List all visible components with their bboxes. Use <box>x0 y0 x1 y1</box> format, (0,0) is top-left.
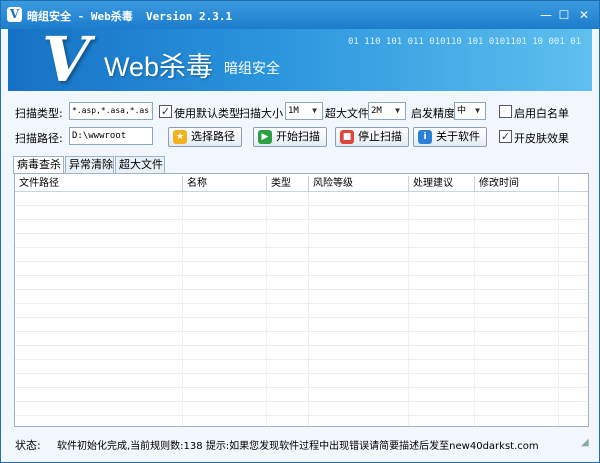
column-header-type[interactable]: 类型 <box>267 176 309 192</box>
company-name: 暗组安全 <box>224 61 280 77</box>
resize-grip-icon[interactable]: ◢ <box>581 437 593 449</box>
column-divider <box>408 192 409 426</box>
column-header-path[interactable]: 文件路径 <box>15 176 183 192</box>
choose-path-button[interactable]: ★ 选择路径 <box>168 127 242 147</box>
skin-label: 开皮肤效果 <box>514 132 569 145</box>
scan-size-value: 1M <box>288 106 299 116</box>
binary-decoration: 01 110 101 011 010110 101 0101101 10 001… <box>348 37 581 47</box>
stop-icon: ■ <box>340 130 354 144</box>
table-body <box>15 192 588 426</box>
product-name: Web杀毒 <box>104 52 214 82</box>
about-label: 关于软件 <box>436 130 480 143</box>
scan-size-select[interactable]: 1M ▼ <box>285 102 323 120</box>
app-window: V 暗组安全 - Web杀毒 Version 2.3.1 — ☐ ✕ V Web… <box>0 0 600 463</box>
table-header: 文件路径 名称 类型 风险等级 处理建议 修改时间 <box>15 176 588 192</box>
heuristic-value: 中 <box>457 106 467 116</box>
chevron-down-icon[interactable]: ▼ <box>391 104 404 118</box>
chevron-down-icon[interactable]: ▼ <box>471 104 484 118</box>
status-label: 状态: <box>15 439 41 452</box>
column-divider <box>558 192 559 426</box>
big-file-value: 2M <box>371 106 382 116</box>
column-header-risk[interactable]: 风险等级 <box>309 176 409 192</box>
play-icon: ▶ <box>258 130 272 144</box>
use-default-type-checkbox[interactable]: ✓ <box>159 105 172 118</box>
header-banner: V Web杀毒 暗组安全 01 110 101 011 010110 101 0… <box>8 29 592 91</box>
app-logo-icon: V <box>7 7 22 22</box>
column-divider <box>308 192 309 426</box>
brand-logo-icon: V <box>42 29 91 91</box>
tab-virus-scan[interactable]: 病毒查杀 <box>13 156 64 174</box>
heuristic-label: 启发精度 <box>411 107 455 120</box>
info-icon: i <box>418 130 432 144</box>
results-table[interactable]: 文件路径 名称 类型 风险等级 处理建议 修改时间 <box>14 173 589 427</box>
maximize-button[interactable]: ☐ <box>557 9 571 21</box>
whitelist-label: 启用白名单 <box>514 107 569 120</box>
stop-scan-label: 停止扫描 <box>358 130 402 143</box>
window-title: 暗组安全 - Web杀毒 Version 2.3.1 <box>27 10 233 23</box>
column-header-advice[interactable]: 处理建议 <box>409 176 475 192</box>
column-header-name[interactable]: 名称 <box>183 176 267 192</box>
tab-anomaly-clean[interactable]: 异常清除 <box>65 156 114 173</box>
status-message: 软件初始化完成,当前规则数:138 提示:如果您发现软件过程中出现错误请简要描述… <box>57 441 539 452</box>
scan-path-input[interactable]: D:\wwwroot <box>69 127 153 145</box>
big-file-label: 超大文件 <box>325 107 369 120</box>
column-header-modified[interactable]: 修改时间 <box>475 176 559 192</box>
column-divider <box>474 192 475 426</box>
use-default-type-label: 使用默认类型 <box>174 107 240 120</box>
scan-type-label: 扫描类型: <box>15 107 63 120</box>
chevron-down-icon[interactable]: ▼ <box>308 104 321 118</box>
column-divider <box>182 192 183 426</box>
scan-path-label: 扫描路径: <box>15 132 63 145</box>
column-header-extra[interactable] <box>559 176 588 192</box>
skin-checkbox[interactable]: ✓ <box>499 130 512 143</box>
stop-scan-button[interactable]: ■ 停止扫描 <box>335 127 409 147</box>
heuristic-select[interactable]: 中 ▼ <box>454 102 486 120</box>
start-scan-button[interactable]: ▶ 开始扫描 <box>253 127 327 147</box>
start-scan-label: 开始扫描 <box>276 130 320 143</box>
big-file-select[interactable]: 2M ▼ <box>368 102 406 120</box>
star-icon: ★ <box>173 130 187 144</box>
about-button[interactable]: i 关于软件 <box>413 127 487 147</box>
status-bar: 状态: 软件初始化完成,当前规则数:138 提示:如果您发现软件过程中出现错误请… <box>1 433 599 462</box>
choose-path-label: 选择路径 <box>191 130 235 143</box>
whitelist-checkbox[interactable] <box>499 105 512 118</box>
close-button[interactable]: ✕ <box>577 9 591 21</box>
minimize-button[interactable]: — <box>539 9 553 21</box>
tab-big-files[interactable]: 超大文件 <box>115 156 165 173</box>
scan-size-label: 扫描大小 <box>239 107 283 120</box>
column-divider <box>266 192 267 426</box>
scan-type-input[interactable]: *.asp,*.asa,*.as <box>69 102 153 120</box>
title-bar[interactable]: V 暗组安全 - Web杀毒 Version 2.3.1 — ☐ ✕ <box>1 1 599 29</box>
